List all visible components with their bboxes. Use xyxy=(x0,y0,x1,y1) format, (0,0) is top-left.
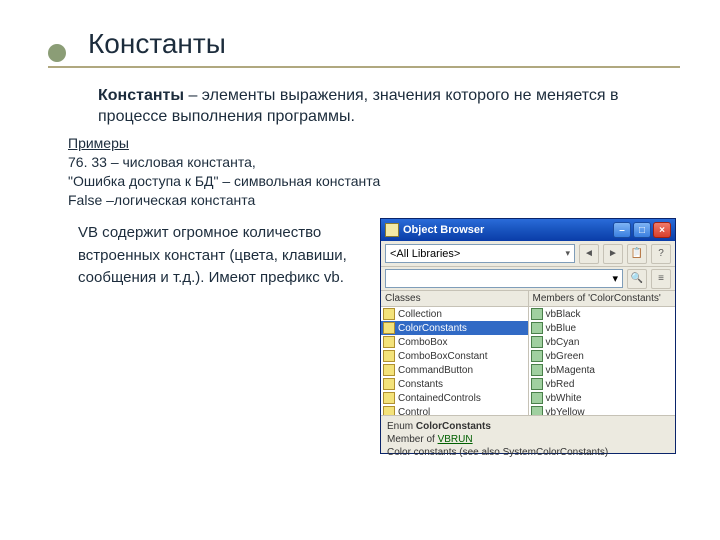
members-header: Members of 'ColorConstants' xyxy=(529,291,676,307)
classes-pane: Classes Collection ColorConstants ComboBox… xyxy=(381,291,529,415)
examples-block: Примеры 76. 33 – числовая константа, "Ош… xyxy=(68,134,380,210)
close-button[interactable]: × xyxy=(653,222,671,238)
vb-paragraph: VB содержит огромное количество встроенн… xyxy=(78,222,358,290)
page-title: Константы xyxy=(48,28,680,66)
class-icon xyxy=(383,378,395,390)
member-item-label: vbRed xyxy=(546,379,575,390)
constant-icon xyxy=(531,364,543,376)
member-item[interactable]: vbWhite xyxy=(529,391,676,405)
example-line: False –логическая константа xyxy=(68,192,255,208)
constant-icon xyxy=(531,378,543,390)
constant-icon xyxy=(531,308,543,320)
constant-icon xyxy=(531,336,543,348)
class-item[interactable]: Collection xyxy=(381,307,528,321)
minimize-button[interactable]: – xyxy=(613,222,631,238)
members-list[interactable]: vbBlack vbBlue vbCyan vbGreen vbMagenta vbRed… xyxy=(529,307,676,415)
constant-icon xyxy=(531,322,543,334)
classes-header: Classes xyxy=(381,291,528,307)
class-item[interactable]: Control xyxy=(381,405,528,415)
window-title: Object Browser xyxy=(403,224,611,236)
back-button[interactable]: ◄ xyxy=(579,244,599,264)
detail-description: Color constants (see also SystemColorCon… xyxy=(387,447,608,458)
class-item-label: ComboBoxConstant xyxy=(398,351,488,362)
class-item[interactable]: Constants xyxy=(381,377,528,391)
example-line: "Ошибка доступа к БД" – символьная конст… xyxy=(68,173,380,189)
help-button[interactable]: ? xyxy=(651,244,671,264)
detail-prefix: Enum xyxy=(387,421,416,432)
class-item-label: ComboBox xyxy=(398,337,447,348)
class-item-label: Control xyxy=(398,407,430,416)
class-item-label: Collection xyxy=(398,309,442,320)
definition-text: Константы – элементы выражения, значения… xyxy=(98,86,670,128)
class-item-label: CommandButton xyxy=(398,365,473,376)
detail-enum-name: ColorConstants xyxy=(416,421,491,432)
detail-memberof: Member of xyxy=(387,434,438,445)
class-item[interactable]: ComboBoxConstant xyxy=(381,349,528,363)
copy-button[interactable]: 📋 xyxy=(627,244,647,264)
library-select[interactable]: <All Libraries> ▾ xyxy=(385,244,575,263)
search-row: ▾ 🔍 ≡ xyxy=(381,267,675,291)
member-item-label: vbMagenta xyxy=(546,365,595,376)
member-item-label: vbCyan xyxy=(546,337,580,348)
members-pane: Members of 'ColorConstants' vbBlack vbBlu… xyxy=(529,291,676,415)
class-icon xyxy=(383,322,395,334)
member-item[interactable]: vbGreen xyxy=(529,349,676,363)
show-results-button[interactable]: ≡ xyxy=(651,269,671,289)
bullet-icon xyxy=(48,44,66,62)
example-line: 76. 33 – числовая константа, xyxy=(68,154,256,170)
maximize-button[interactable]: □ xyxy=(633,222,651,238)
member-item[interactable]: vbRed xyxy=(529,377,676,391)
class-item-label: ColorConstants xyxy=(398,323,467,334)
library-select-value: <All Libraries> xyxy=(390,248,460,260)
class-icon xyxy=(383,364,395,376)
detail-library-link[interactable]: VBRUN xyxy=(438,434,473,445)
definition-bold: Константы xyxy=(98,87,184,104)
member-item[interactable]: vbBlue xyxy=(529,321,676,335)
class-item-label: Constants xyxy=(398,379,443,390)
forward-button[interactable]: ► xyxy=(603,244,623,264)
member-item-label: vbBlack xyxy=(546,309,581,320)
class-icon xyxy=(383,308,395,320)
member-item-label: vbBlue xyxy=(546,323,577,334)
member-item[interactable]: vbBlack xyxy=(529,307,676,321)
class-icon xyxy=(383,406,395,415)
app-icon xyxy=(385,223,399,237)
class-icon xyxy=(383,392,395,404)
class-item[interactable]: CommandButton xyxy=(381,363,528,377)
slide-header: Константы xyxy=(48,28,680,68)
member-item[interactable]: vbMagenta xyxy=(529,363,676,377)
class-item[interactable]: ComboBox xyxy=(381,335,528,349)
constant-icon xyxy=(531,350,543,362)
object-browser-window: Object Browser – □ × <All Libraries> ▾ ◄… xyxy=(380,218,676,454)
member-item-label: vbWhite xyxy=(546,393,582,404)
class-icon xyxy=(383,336,395,348)
class-icon xyxy=(383,350,395,362)
member-item[interactable]: vbYellow xyxy=(529,405,676,415)
constant-icon xyxy=(531,406,543,415)
member-item[interactable]: vbCyan xyxy=(529,335,676,349)
examples-heading: Примеры xyxy=(68,135,129,151)
constant-icon xyxy=(531,392,543,404)
class-item-label: ContainedControls xyxy=(398,393,481,404)
member-item-label: vbYellow xyxy=(546,407,585,416)
details-pane: Enum ColorConstants Member of VBRUN Colo… xyxy=(381,415,675,453)
search-input[interactable]: ▾ xyxy=(385,269,623,288)
classes-list[interactable]: Collection ColorConstants ComboBox ComboBox… xyxy=(381,307,528,415)
panes: Classes Collection ColorConstants ComboBox… xyxy=(381,291,675,415)
member-item-label: vbGreen xyxy=(546,351,584,362)
class-item[interactable]: ColorConstants xyxy=(381,321,528,335)
chevron-down-icon: ▾ xyxy=(565,248,570,259)
search-button[interactable]: 🔍 xyxy=(627,269,647,289)
class-item[interactable]: ContainedControls xyxy=(381,391,528,405)
window-titlebar[interactable]: Object Browser – □ × xyxy=(381,219,675,241)
chevron-down-icon: ▾ xyxy=(612,272,618,285)
toolbar: <All Libraries> ▾ ◄ ► 📋 ? xyxy=(381,241,675,267)
